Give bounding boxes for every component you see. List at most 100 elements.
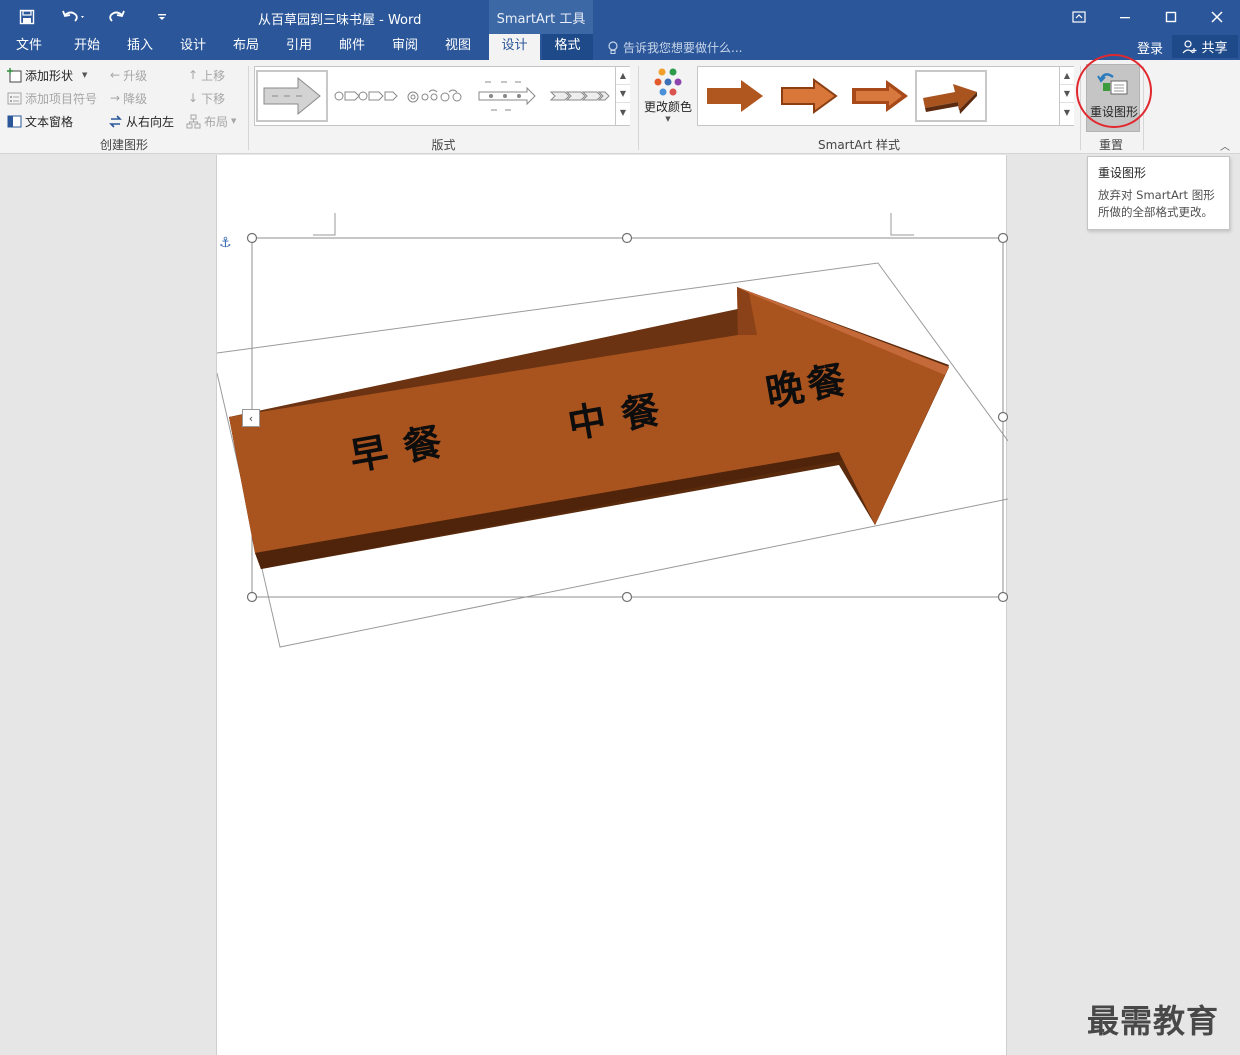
swap-direction-icon [108, 114, 123, 129]
tell-me-box[interactable]: 告诉我您想要做什么... [607, 39, 742, 56]
styles-gallery-scroll[interactable]: ▲ ▼ ▼ [1059, 67, 1074, 125]
tab-design[interactable]: 设计 [170, 34, 216, 60]
tab-insert[interactable]: 插入 [117, 34, 163, 60]
reset-graphic-button[interactable]: 重设图形 [1086, 64, 1140, 132]
margin-mark-left [313, 213, 336, 236]
move-up-button[interactable]: ↑ 上移 [188, 65, 225, 85]
customize-toolbar-icon[interactable] [152, 0, 172, 34]
org-chart-icon [186, 114, 201, 129]
tooltip-body-line2: 所做的全部格式更改。 [1098, 205, 1213, 219]
margin-mark-right [890, 213, 914, 236]
change-colors-button[interactable]: 更改颜色 ▼ [642, 66, 694, 123]
add-shape-button[interactable]: 添加形状 ▼ [7, 65, 87, 85]
resize-handle-top-left[interactable] [246, 232, 258, 244]
layout-option-circle-process[interactable] [403, 70, 469, 122]
layout-option-timeline[interactable] [473, 70, 541, 122]
arrow-right-icon: → [110, 91, 121, 105]
redo-icon[interactable] [104, 0, 130, 34]
scroll-up-icon[interactable]: ▲ [616, 67, 630, 85]
tab-review[interactable]: 审阅 [382, 34, 428, 60]
sign-in-link[interactable]: 登录 [1137, 38, 1163, 57]
layouts-gallery-scroll[interactable]: ▲ ▼ ▼ [615, 67, 630, 125]
tab-file[interactable]: 文件 [6, 34, 52, 60]
promote-button[interactable]: ← 升级 [110, 65, 147, 85]
maximize-icon[interactable] [1148, 0, 1194, 34]
lightbulb-icon [608, 40, 618, 54]
color-palette-icon [654, 68, 682, 96]
move-down-button[interactable]: ↓ 下移 [188, 88, 225, 108]
scroll-down-icon[interactable]: ▼ [616, 85, 630, 103]
group-label-smartart-styles: SmartArt 样式 [818, 138, 900, 152]
layout-label: 布局 [204, 114, 229, 129]
tooltip-body-line1: 放弃对 SmartArt 图形 [1098, 188, 1215, 202]
tab-home[interactable]: 开始 [64, 34, 110, 60]
demote-button[interactable]: → 降级 [110, 88, 147, 108]
save-icon[interactable] [12, 0, 42, 34]
layout-button[interactable]: 布局 ▼ [186, 111, 236, 131]
style-option-3d-selected[interactable] [915, 70, 987, 122]
change-colors-label: 更改颜色 [643, 100, 692, 114]
style-option-flat[interactable] [701, 70, 771, 122]
minimize-icon[interactable] [1102, 0, 1148, 34]
scroll-down-icon[interactable]: ▼ [1060, 85, 1074, 103]
arrow-down-icon: ↓ [188, 91, 199, 105]
window-title: 从百草园到三味书屋 - Word [258, 13, 422, 28]
share-label: 共享 [1201, 41, 1228, 56]
tell-me-text: 告诉我您想要做什么... [623, 41, 743, 55]
tab-smartart-design[interactable]: 设计 [489, 34, 540, 60]
layouts-gallery: ▲ ▼ ▼ [254, 66, 630, 126]
move-down-label: 下移 [201, 91, 226, 106]
resize-handle-top-right[interactable] [997, 232, 1008, 244]
tab-smartart-format[interactable]: 格式 [542, 34, 593, 60]
gallery-more-icon[interactable]: ▼ [616, 103, 630, 121]
tab-mailings[interactable]: 邮件 [329, 34, 375, 60]
resize-handle-bottom-left[interactable] [246, 591, 258, 603]
menu-bar: 文件 开始 插入 设计 布局 引用 邮件 审阅 视图 设计 格式 告诉我您想要做… [0, 34, 1240, 60]
close-icon[interactable] [1194, 0, 1240, 34]
tooltip: 重设图形 放弃对 SmartArt 图形 所做的全部格式更改。 [1087, 156, 1230, 230]
person-icon [1183, 39, 1197, 53]
smartart-tools-context: SmartArt 工具 [489, 0, 593, 34]
gallery-more-icon[interactable]: ▼ [1060, 103, 1074, 121]
tab-layout[interactable]: 布局 [223, 34, 269, 60]
scroll-up-icon[interactable]: ▲ [1060, 67, 1074, 85]
text-pane-toggle-icon[interactable]: ‹ [242, 409, 260, 427]
move-up-label: 上移 [201, 68, 226, 83]
text-pane-button[interactable]: 文本窗格 [7, 111, 73, 131]
resize-handle-top[interactable] [621, 232, 633, 244]
group-label-create-graphic: 创建图形 [99, 138, 148, 152]
share-button[interactable]: 共享 [1172, 35, 1238, 58]
style-option-outline[interactable] [774, 70, 844, 122]
right-to-left-button[interactable]: 从右向左 [108, 111, 174, 131]
style-option-bevel[interactable] [846, 70, 916, 122]
add-bullet-label: 添加项目符号 [25, 91, 98, 106]
group-separator [1143, 66, 1144, 150]
right-to-left-label: 从右向左 [126, 114, 175, 129]
page-canvas [217, 213, 1008, 648]
ribbon-display-options-icon[interactable] [1056, 0, 1102, 34]
layout-option-chevron-chain[interactable] [331, 70, 401, 122]
document-page[interactable]: ⚓ ‹ 早餐 中餐 晚餐 [216, 155, 1008, 1055]
resize-handle-bottom-right[interactable] [997, 591, 1008, 603]
tab-view[interactable]: 视图 [435, 34, 481, 60]
arrow-up-icon: ↑ [188, 68, 199, 82]
ribbon: 添加形状 ▼ 添加项目符号 文本窗格 ← 升级 → 降级 从右向左 ↑ 上移 ↓… [0, 60, 1240, 154]
resize-handle-bottom[interactable] [621, 591, 633, 603]
watermark: 最需教育 [1087, 1002, 1220, 1040]
promote-label: 升级 [123, 68, 148, 83]
group-label-reset: 重置 [1098, 138, 1123, 152]
tab-references[interactable]: 引用 [276, 34, 322, 60]
resize-handle-right[interactable] [997, 411, 1008, 423]
group-label-layouts: 版式 [431, 138, 456, 152]
collapse-ribbon-icon[interactable]: ︿ [1220, 138, 1230, 153]
layout-option-block-arrow[interactable] [256, 70, 328, 122]
dropdown-arrow-icon: ▼ [82, 71, 88, 79]
add-bullet-button[interactable]: 添加项目符号 [7, 88, 97, 108]
undo-icon[interactable] [56, 0, 92, 34]
smartart-styles-gallery: ▲ ▼ ▼ [697, 66, 1074, 126]
dropdown-arrow-icon: ▼ [665, 115, 671, 123]
title-bar: 从百草园到三味书屋 - Word SmartArt 工具 [0, 0, 1240, 34]
text-pane-label: 文本窗格 [25, 114, 74, 129]
layout-option-chevron-arrows[interactable] [545, 70, 613, 122]
bullet-list-icon [7, 91, 22, 106]
